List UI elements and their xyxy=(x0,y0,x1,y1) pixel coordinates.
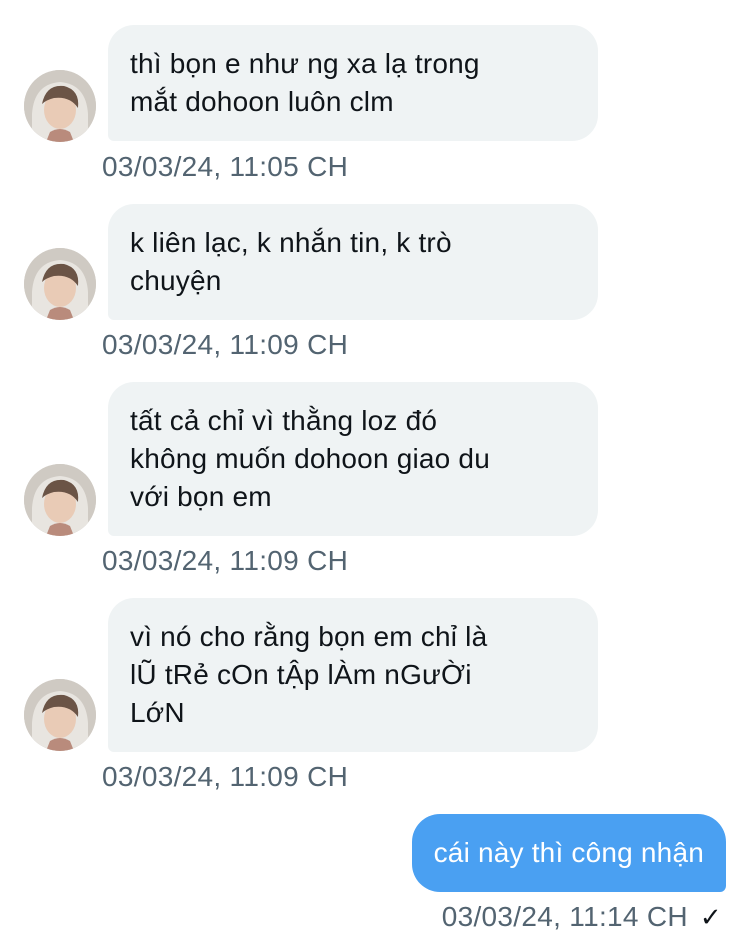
user-avatar-icon xyxy=(24,464,96,536)
message-timestamp: 03/03/24, 11:09 CH xyxy=(102,545,349,576)
message-timestamp: 03/03/24, 11:09 CH xyxy=(102,761,349,792)
message-bubble[interactable]: tất cả chỉ vì thằng loz đó không muốn do… xyxy=(108,382,598,536)
sent-message-meta: 03/03/24, 11:14 CH ✓ xyxy=(442,900,722,934)
avatar[interactable] xyxy=(24,464,96,536)
check-icon: ✓ xyxy=(699,902,722,932)
user-avatar-icon xyxy=(24,679,96,751)
message-timestamp: 03/03/24, 11:09 CH xyxy=(102,329,349,360)
avatar[interactable] xyxy=(24,679,96,751)
message-bubble[interactable]: k liên lạc, k nhắn tin, k trò chuyện xyxy=(108,204,598,320)
user-avatar-icon xyxy=(24,70,96,142)
message-bubble[interactable]: thì bọn e như ng xa lạ trong mắt dohoon … xyxy=(108,25,598,141)
sent-message-timestamp: 03/03/24, 11:14 CH xyxy=(441,901,688,932)
avatar[interactable] xyxy=(24,248,96,320)
message-bubble[interactable]: vì nó cho rằng bọn em chỉ là lŨ tRẻ cOn … xyxy=(108,598,598,752)
sent-message-bubble[interactable]: cái này thì công nhận xyxy=(411,814,726,892)
user-avatar-icon xyxy=(24,248,96,320)
message-timestamp: 03/03/24, 11:05 CH xyxy=(102,151,349,182)
avatar[interactable] xyxy=(24,70,96,142)
